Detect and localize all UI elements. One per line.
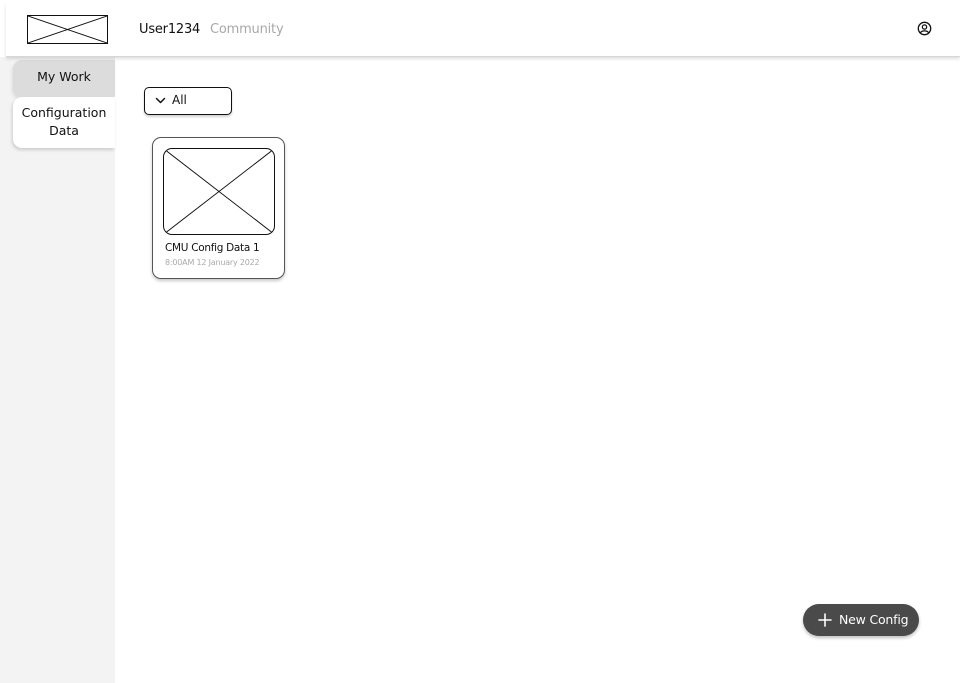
sidebar-tab-my-work[interactable]: My Work <box>13 60 115 97</box>
sidebar: My Work Configuration Data <box>0 57 115 683</box>
page: User1234 Community My Work Configuration… <box>0 0 960 683</box>
sidebar-tab-label: My Work <box>37 69 91 84</box>
sidebar-tab-label-line2: Data <box>49 123 79 138</box>
card-title: CMU Config Data 1 <box>165 242 260 254</box>
card-timestamp: 8:00AM 12 January 2022 <box>165 258 260 267</box>
nav-community-link[interactable]: Community <box>210 22 284 37</box>
top-header: User1234 Community <box>6 3 960 57</box>
new-config-button[interactable]: New Config <box>803 604 919 636</box>
filter-dropdown[interactable]: All <box>144 87 232 115</box>
nav-user-link[interactable]: User1234 <box>139 22 200 37</box>
user-circle-icon[interactable] <box>917 21 932 36</box>
new-config-label: New Config <box>839 612 909 627</box>
filter-selected-value: All <box>172 93 187 107</box>
sidebar-tab-configuration-data[interactable]: Configuration Data <box>13 97 115 148</box>
config-card[interactable]: CMU Config Data 1 8:00AM 12 January 2022 <box>152 137 285 279</box>
chevron-down-icon <box>155 96 166 105</box>
image-placeholder-icon <box>163 148 275 235</box>
sidebar-tab-label-line1: Configuration <box>21 105 107 120</box>
plus-icon <box>818 613 832 627</box>
image-placeholder-icon[interactable] <box>27 15 108 44</box>
